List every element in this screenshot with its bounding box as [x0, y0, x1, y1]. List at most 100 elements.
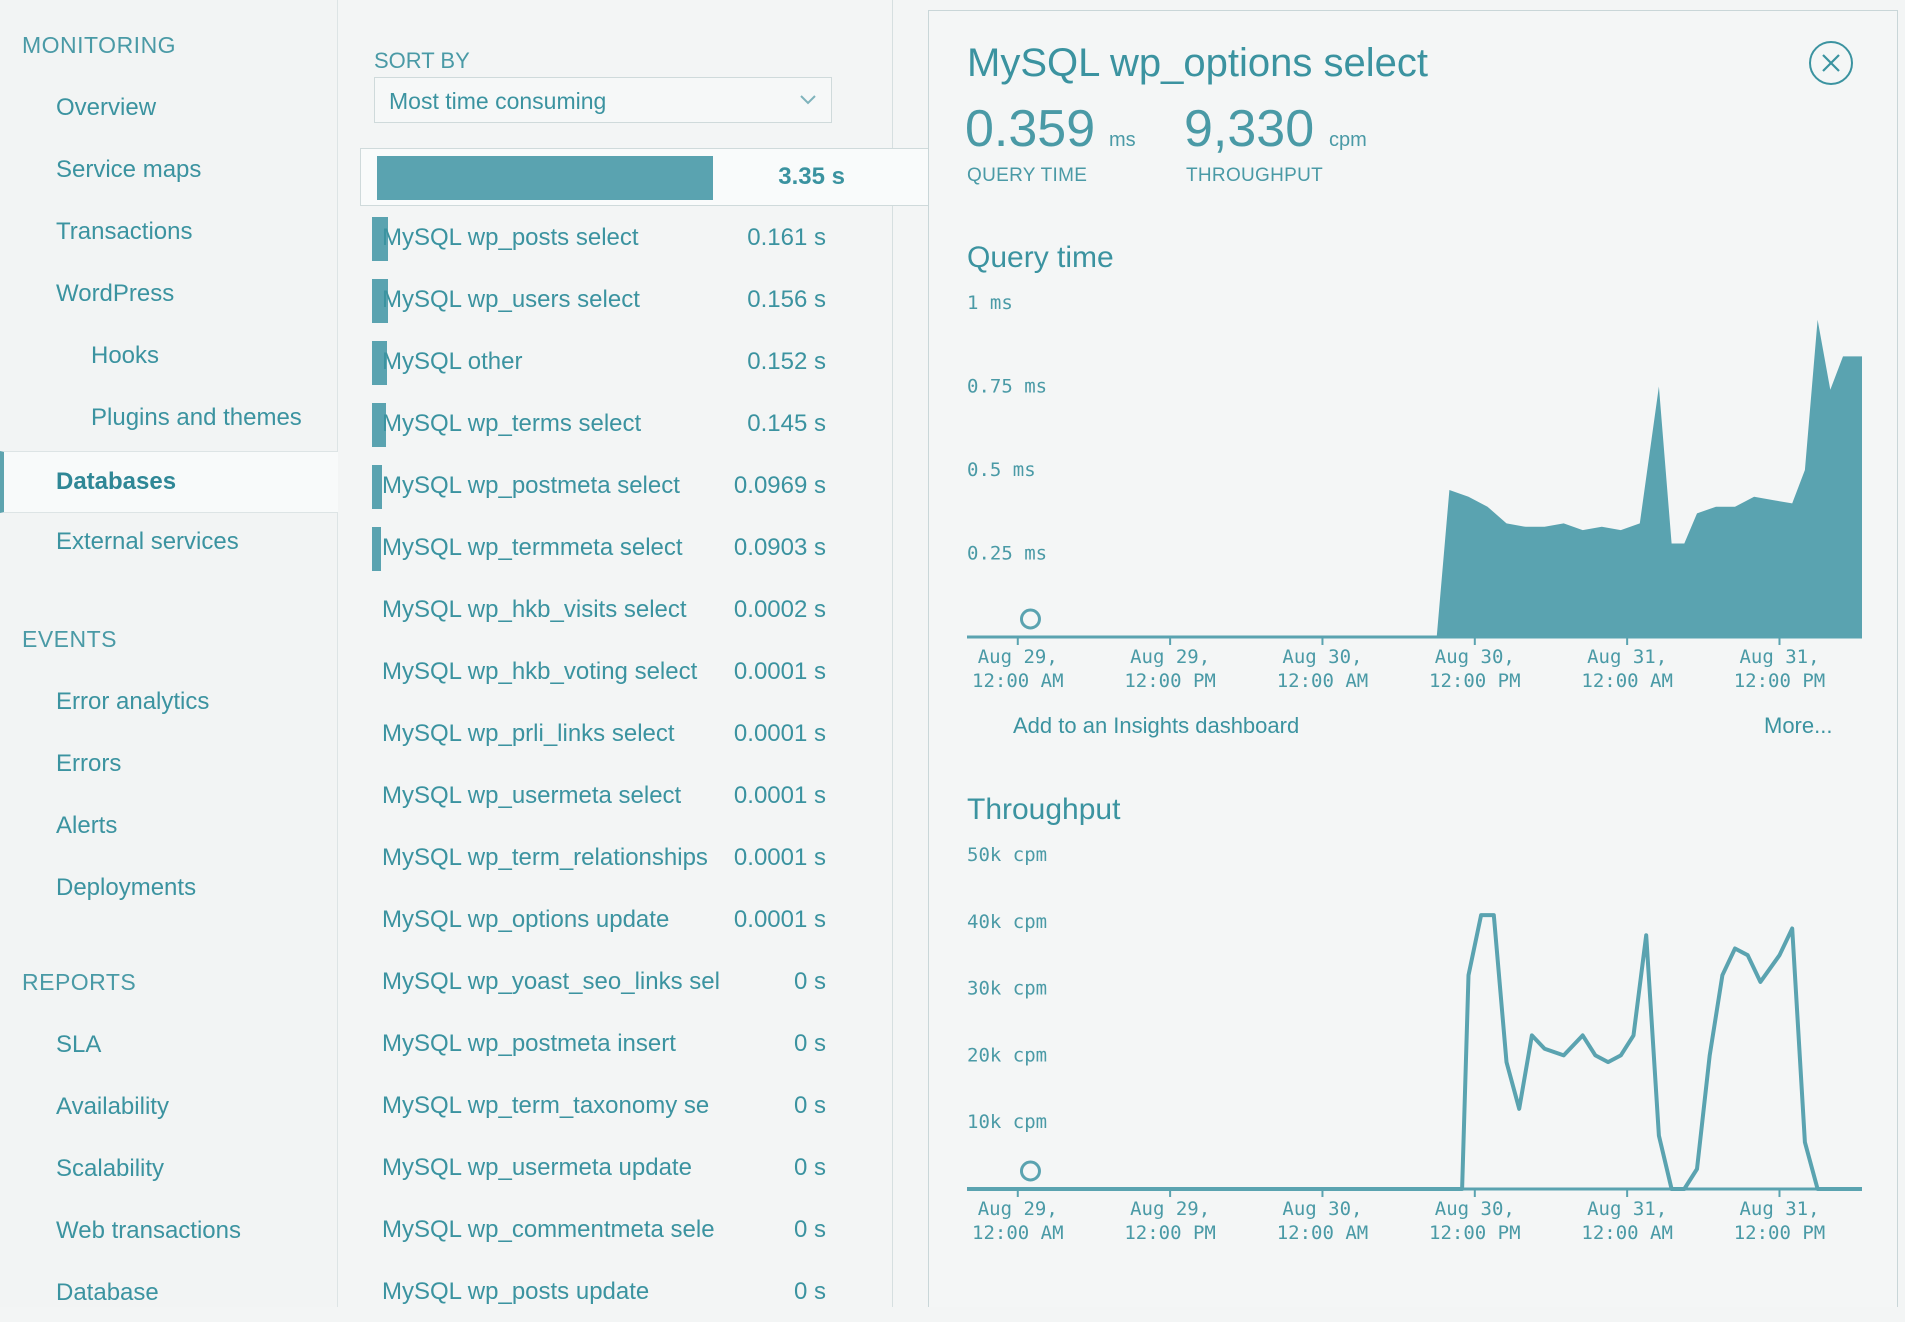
list-item[interactable]: MySQL wp_terms select 0.145 s: [360, 396, 896, 454]
nav-item-service-maps[interactable]: Service maps: [0, 145, 338, 195]
list-item[interactable]: MySQL wp_options update 0.0001 s: [360, 892, 896, 950]
x-tick-label: 12:00 AM: [1581, 1222, 1673, 1244]
nav-item-databases[interactable]: Databases: [0, 451, 338, 513]
list-item[interactable]: MySQL wp_postmeta insert 0 s: [360, 1016, 896, 1074]
sidebar-nav: MONITORING Overview Service maps Transac…: [0, 0, 338, 1307]
list-item[interactable]: MySQL wp_yoast_seo_links sel 0 s: [360, 954, 896, 1012]
list-item-name: MySQL other: [382, 348, 523, 375]
x-tick-label: 12:00 AM: [1277, 1222, 1369, 1244]
nav-item-sla[interactable]: SLA: [0, 1020, 338, 1070]
x-tick-label: Aug 31,: [1587, 1198, 1667, 1220]
list-item[interactable]: MySQL wp_term_taxonomy se 0 s: [360, 1078, 896, 1136]
nav-item-plugins-and-themes[interactable]: Plugins and themes: [0, 393, 338, 443]
list-item[interactable]: MySQL wp_commentmeta sele 0 s: [360, 1202, 896, 1260]
list-item[interactable]: MySQL wp_term_relationships 0.0001 s: [360, 830, 896, 888]
more-link[interactable]: More...: [1764, 713, 1832, 739]
close-button[interactable]: [1809, 41, 1853, 85]
list-item-time: 0.0001 s: [733, 844, 826, 871]
list-item-time: 0 s: [793, 968, 826, 995]
list-item-time: 0.0001 s: [733, 720, 826, 747]
nav-item-wordpress[interactable]: WordPress: [0, 269, 338, 319]
list-item-name: MySQL wp_prli_links select: [382, 720, 675, 747]
y-tick-label: 50k cpm: [967, 844, 1047, 866]
sort-by-select[interactable]: Most time consuming: [374, 77, 832, 123]
list-item-name: MySQL wp_term_relationships: [382, 844, 708, 871]
list-item-name: MySQL wp_terms select: [382, 410, 642, 437]
list-item-time: 0 s: [793, 1216, 826, 1243]
throughput-chart-title: Throughput: [967, 793, 1121, 826]
nav-item-scalability[interactable]: Scalability: [0, 1144, 338, 1194]
x-tick-label: 12:00 AM: [972, 1222, 1064, 1244]
list-item[interactable]: MySQL wp_postmeta select 0.0969 s: [360, 458, 896, 516]
nav-header-events: EVENTS: [22, 626, 118, 652]
list-item-time: 0.0001 s: [733, 906, 826, 933]
list-item-name: MySQL wp_term_taxonomy se: [382, 1092, 710, 1119]
list-item-name: MySQL wp_hkb_visits select: [382, 596, 687, 623]
list-item-selected[interactable]: 3.35 s: [360, 148, 940, 206]
x-tick-label: 12:00 PM: [1429, 670, 1521, 692]
list-item-time: 0.0969 s: [733, 472, 826, 499]
list-item[interactable]: MySQL wp_hkb_visits select 0.0002 s: [360, 582, 896, 640]
x-tick-label: Aug 29,: [978, 1198, 1058, 1220]
nav-item-error-analytics[interactable]: Error analytics: [0, 677, 338, 727]
x-tick-label: 12:00 AM: [1277, 670, 1369, 692]
nav-item-errors[interactable]: Errors: [0, 739, 338, 789]
list-item-time: 0 s: [793, 1154, 826, 1181]
query-time-label: QUERY TIME: [967, 165, 1088, 186]
throughput-value: 9,330: [1184, 100, 1315, 158]
time-bar: [372, 527, 382, 571]
list-item[interactable]: MySQL wp_posts select 0.161 s: [360, 210, 896, 268]
y-tick-label: 1 ms: [967, 292, 1013, 314]
list-item-name: MySQL wp_termmeta select: [382, 534, 683, 561]
list-item[interactable]: MySQL wp_prli_links select 0.0001 s: [360, 706, 896, 764]
x-tick-label: 12:00 AM: [972, 670, 1064, 692]
x-tick-label: 12:00 AM: [1581, 670, 1673, 692]
sort-by-label: SORT BY: [374, 48, 470, 73]
y-tick-label: 20k cpm: [967, 1044, 1047, 1066]
database-operations-list: SORT BY Most time consuming 3.35 s MySQL…: [338, 0, 940, 1307]
nav-item-alerts[interactable]: Alerts: [0, 801, 338, 851]
list-item-name: MySQL wp_hkb_voting select: [382, 658, 698, 685]
nav-item-transactions[interactable]: Transactions: [0, 207, 338, 257]
nav-item-web-transactions[interactable]: Web transactions: [0, 1206, 338, 1256]
list-item[interactable]: MySQL wp_termmeta select 0.0903 s: [360, 520, 896, 578]
x-tick-label: 12:00 PM: [1124, 1222, 1216, 1244]
list-item-name: MySQL wp_users select: [382, 286, 640, 313]
list-item-time: 0 s: [793, 1278, 826, 1305]
x-tick-label: Aug 29,: [1130, 1198, 1210, 1220]
list-item-name: MySQL wp_posts select: [382, 224, 639, 251]
list-item[interactable]: MySQL other 0.152 s: [360, 334, 896, 392]
list-item-time: 0.0002 s: [733, 596, 826, 623]
list-item-name: MySQL wp_usermeta select: [382, 782, 682, 809]
x-tick-label: 12:00 PM: [1124, 670, 1216, 692]
x-tick-label: 12:00 PM: [1429, 1222, 1521, 1244]
list-item[interactable]: MySQL wp_users select 0.156 s: [360, 272, 896, 330]
query-time-unit: ms: [1109, 129, 1136, 151]
list-item[interactable]: MySQL wp_hkb_voting select 0.0001 s: [360, 644, 896, 702]
list-item[interactable]: MySQL wp_posts update 0 s: [360, 1264, 896, 1322]
y-tick-label: 0.5 ms: [967, 459, 1036, 481]
list-item[interactable]: MySQL wp_usermeta select 0.0001 s: [360, 768, 896, 826]
nav-item-overview[interactable]: Overview: [0, 83, 338, 133]
x-tick-label: Aug 31,: [1739, 646, 1819, 668]
chevron-down-icon: [800, 95, 816, 105]
x-tick-label: Aug 30,: [1282, 646, 1362, 668]
nav-item-deployments[interactable]: Deployments: [0, 863, 338, 913]
list-item-time: 3.35 s: [778, 163, 845, 190]
list-item-time: 0 s: [793, 1092, 826, 1119]
x-tick-label: Aug 30,: [1435, 646, 1515, 668]
nav-item-hooks[interactable]: Hooks: [0, 331, 338, 381]
x-tick-label: Aug 31,: [1739, 1198, 1819, 1220]
y-tick-label: 10k cpm: [967, 1111, 1047, 1133]
add-to-insights-link[interactable]: Add to an Insights dashboard: [1013, 713, 1299, 739]
list-item-time: 0.161 s: [747, 224, 826, 251]
detail-title: MySQL wp_options select: [967, 41, 1428, 85]
nav-item-database[interactable]: Database: [0, 1268, 338, 1318]
list-item[interactable]: MySQL wp_usermeta update 0 s: [360, 1140, 896, 1198]
nav-item-external-services[interactable]: External services: [0, 517, 338, 567]
list-item-name: MySQL wp_postmeta select: [382, 472, 680, 499]
throughput-line: [967, 913, 1862, 1191]
nav-item-availability[interactable]: Availability: [0, 1082, 338, 1132]
x-tick-label: Aug 30,: [1435, 1198, 1515, 1220]
x-tick-label: 12:00 PM: [1734, 670, 1826, 692]
